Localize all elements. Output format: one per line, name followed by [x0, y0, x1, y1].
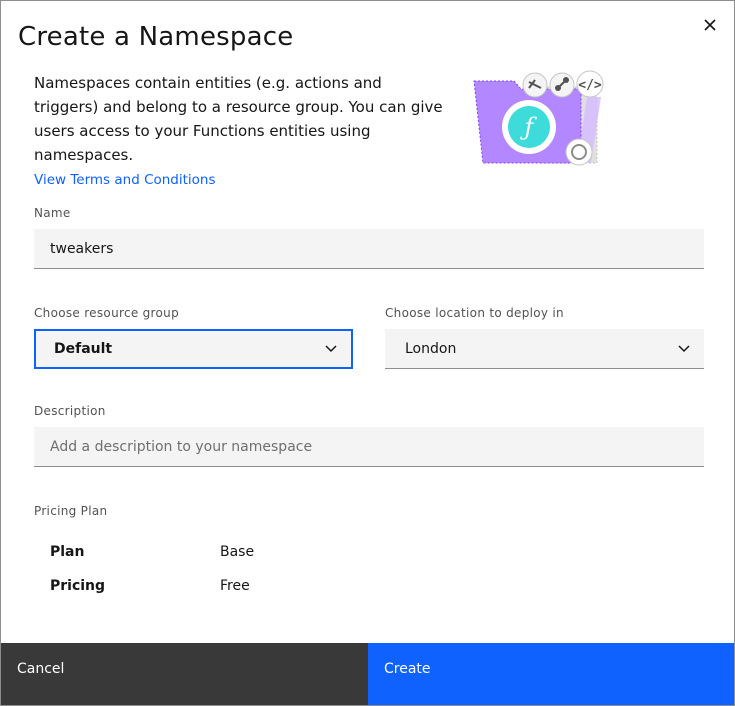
modal-title: Create a Namespace	[18, 22, 294, 52]
chevron-down-icon	[325, 345, 337, 353]
close-icon	[704, 19, 716, 31]
plan-value: Base	[220, 544, 255, 560]
create-button[interactable]: Create	[368, 643, 734, 705]
name-label: Name	[34, 206, 71, 220]
modal-footer: Cancel Create	[1, 643, 734, 705]
location-value: London	[405, 340, 457, 357]
create-namespace-modal: Create a Namespace Namespaces contain en…	[0, 0, 735, 706]
description-input[interactable]: Add a description to your namespace	[34, 427, 704, 467]
chevron-down-icon	[678, 344, 690, 352]
pricing-key: Pricing	[50, 578, 106, 594]
name-value: tweakers	[50, 240, 114, 257]
terms-link[interactable]: View Terms and Conditions	[34, 168, 216, 192]
pricing-value: Free	[220, 578, 250, 594]
location-label: Choose location to deploy in	[385, 306, 564, 320]
intro-section: Namespaces contain entities (e.g. action…	[34, 71, 444, 192]
name-input[interactable]: tweakers	[34, 229, 704, 269]
resource-group-label: Choose resource group	[34, 306, 179, 320]
resource-group-select[interactable]: Default	[34, 329, 353, 369]
cancel-button[interactable]: Cancel	[1, 643, 368, 705]
description-label: Description	[34, 404, 106, 418]
resource-group-value: Default	[54, 341, 113, 357]
pricing-plan-label: Pricing Plan	[34, 504, 108, 518]
functions-folder-illustration: ƒ </>	[473, 70, 604, 166]
description-placeholder: Add a description to your namespace	[50, 438, 313, 455]
close-button[interactable]	[698, 13, 722, 37]
plan-key: Plan	[50, 544, 85, 560]
svg-text:</>: </>	[578, 78, 602, 93]
location-select[interactable]: London	[385, 329, 704, 369]
intro-text: Namespaces contain entities (e.g. action…	[34, 74, 443, 164]
